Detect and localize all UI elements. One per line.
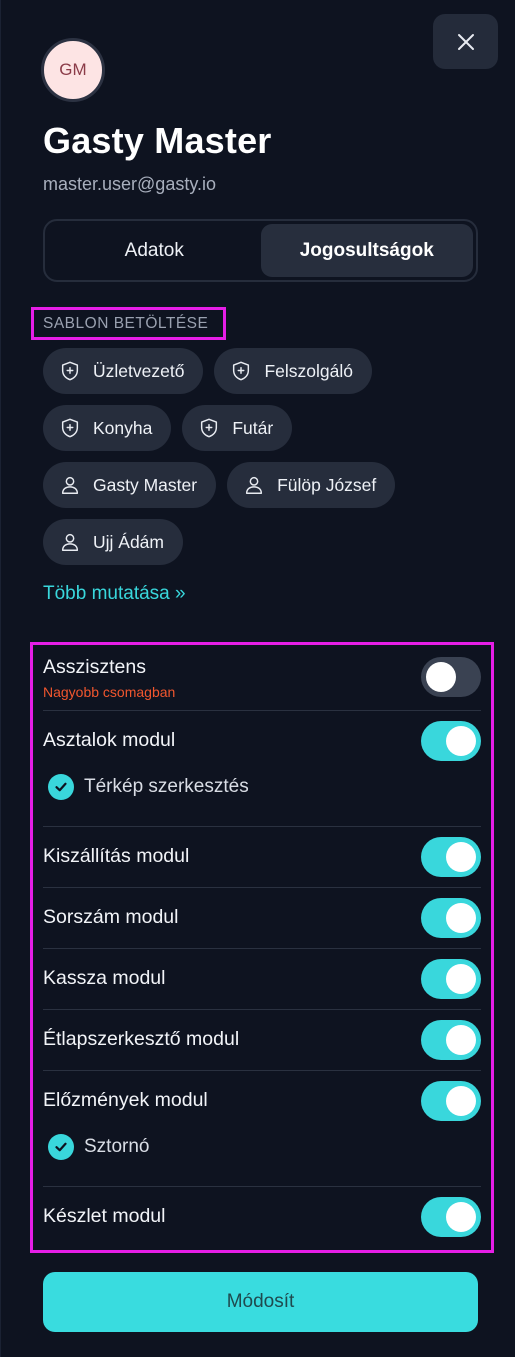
tab-jogosultsagok[interactable]: Jogosultságok bbox=[260, 224, 473, 277]
module-toggle-sorszam[interactable] bbox=[421, 898, 481, 938]
checkmark-icon bbox=[48, 774, 74, 800]
avatar: GM bbox=[41, 38, 105, 102]
divider bbox=[43, 826, 481, 827]
module-toggle-kiszallitas[interactable] bbox=[421, 837, 481, 877]
sub-permission-terkep-szerkesztes[interactable]: Térkép szerkesztés bbox=[48, 774, 249, 800]
module-row-asszisztens: Asszisztens Nagyobb csomagban bbox=[43, 654, 481, 704]
module-title: Sorszám modul bbox=[43, 906, 179, 928]
module-row-keszlet: Készlet modul bbox=[43, 1197, 481, 1237]
template-chip-list: Üzletvezető Felszolgáló Konyha Futár Gas… bbox=[43, 348, 483, 576]
module-title: Előzmények modul bbox=[43, 1089, 208, 1111]
module-title: Készlet modul bbox=[43, 1205, 166, 1227]
divider bbox=[43, 887, 481, 888]
user-icon bbox=[59, 531, 81, 553]
module-row-sorszam: Sorszám modul bbox=[43, 898, 481, 938]
module-toggle-etlapszerkeszto[interactable] bbox=[421, 1020, 481, 1060]
module-title: Étlapszerkesztő modul bbox=[43, 1028, 240, 1050]
user-email: master.user@gasty.io bbox=[43, 174, 217, 194]
user-name: Gasty Master bbox=[43, 120, 272, 161]
module-row-asztalok: Asztalok modul bbox=[43, 721, 481, 761]
shield-plus-icon bbox=[59, 417, 81, 439]
sub-permission-sztorno[interactable]: Sztornó bbox=[48, 1134, 149, 1160]
template-section-label: SABLON BETÖLTÉSE bbox=[31, 307, 226, 340]
template-chip-futar[interactable]: Futár bbox=[182, 405, 293, 451]
module-upsell-note: Nagyobb csomagban bbox=[43, 684, 176, 700]
avatar-initials: GM bbox=[59, 60, 87, 79]
module-toggle-keszlet[interactable] bbox=[421, 1197, 481, 1237]
module-row-kiszallitas: Kiszállítás modul bbox=[43, 837, 481, 877]
template-chip-konyha[interactable]: Konyha bbox=[43, 405, 172, 451]
template-chip-uzletvezeto[interactable]: Üzletvezető bbox=[43, 348, 204, 394]
module-row-kassza: Kassza modul bbox=[43, 959, 481, 999]
user-icon bbox=[243, 474, 265, 496]
divider bbox=[43, 1070, 481, 1071]
module-title: Kiszállítás modul bbox=[43, 845, 190, 867]
module-title: Asszisztens bbox=[43, 656, 146, 678]
template-chip-felszolgalo[interactable]: Felszolgáló bbox=[214, 348, 372, 394]
module-title: Asztalok modul bbox=[43, 729, 176, 751]
show-more-link[interactable]: Több mutatása » bbox=[43, 583, 186, 605]
tab-adatok[interactable]: Adatok bbox=[48, 224, 261, 277]
module-permissions-list: Asszisztens Nagyobb csomagban Asztalok m… bbox=[30, 642, 494, 1253]
module-row-elozmenyek: Előzmények modul bbox=[43, 1081, 481, 1121]
module-toggle-kassza[interactable] bbox=[421, 959, 481, 999]
shield-plus-icon bbox=[198, 417, 220, 439]
module-title: Kassza modul bbox=[43, 967, 166, 989]
module-toggle-asszisztens[interactable] bbox=[421, 657, 481, 697]
module-toggle-elozmenyek[interactable] bbox=[421, 1081, 481, 1121]
user-icon bbox=[59, 474, 81, 496]
close-button[interactable] bbox=[433, 14, 498, 69]
tab-bar: Adatok Jogosultságok bbox=[43, 219, 478, 282]
submit-button[interactable]: Módosít bbox=[43, 1272, 478, 1332]
shield-plus-icon bbox=[230, 360, 252, 382]
template-chip-gasty-master[interactable]: Gasty Master bbox=[43, 462, 217, 508]
divider bbox=[43, 710, 481, 711]
divider bbox=[43, 1009, 481, 1010]
user-permissions-panel: GM Gasty Master master.user@gasty.io Ada… bbox=[0, 0, 515, 1357]
module-row-etlapszerkeszto: Étlapszerkesztő modul bbox=[43, 1020, 481, 1060]
divider bbox=[43, 948, 481, 949]
template-chip-ujj-adam[interactable]: Ujj Ádám bbox=[43, 519, 183, 565]
divider bbox=[43, 1186, 481, 1187]
shield-plus-icon bbox=[59, 360, 81, 382]
checkmark-icon bbox=[48, 1134, 74, 1160]
template-chip-fulop-jozsef[interactable]: Fülöp József bbox=[227, 462, 396, 508]
close-icon bbox=[457, 33, 474, 50]
module-toggle-asztalok[interactable] bbox=[421, 721, 481, 761]
